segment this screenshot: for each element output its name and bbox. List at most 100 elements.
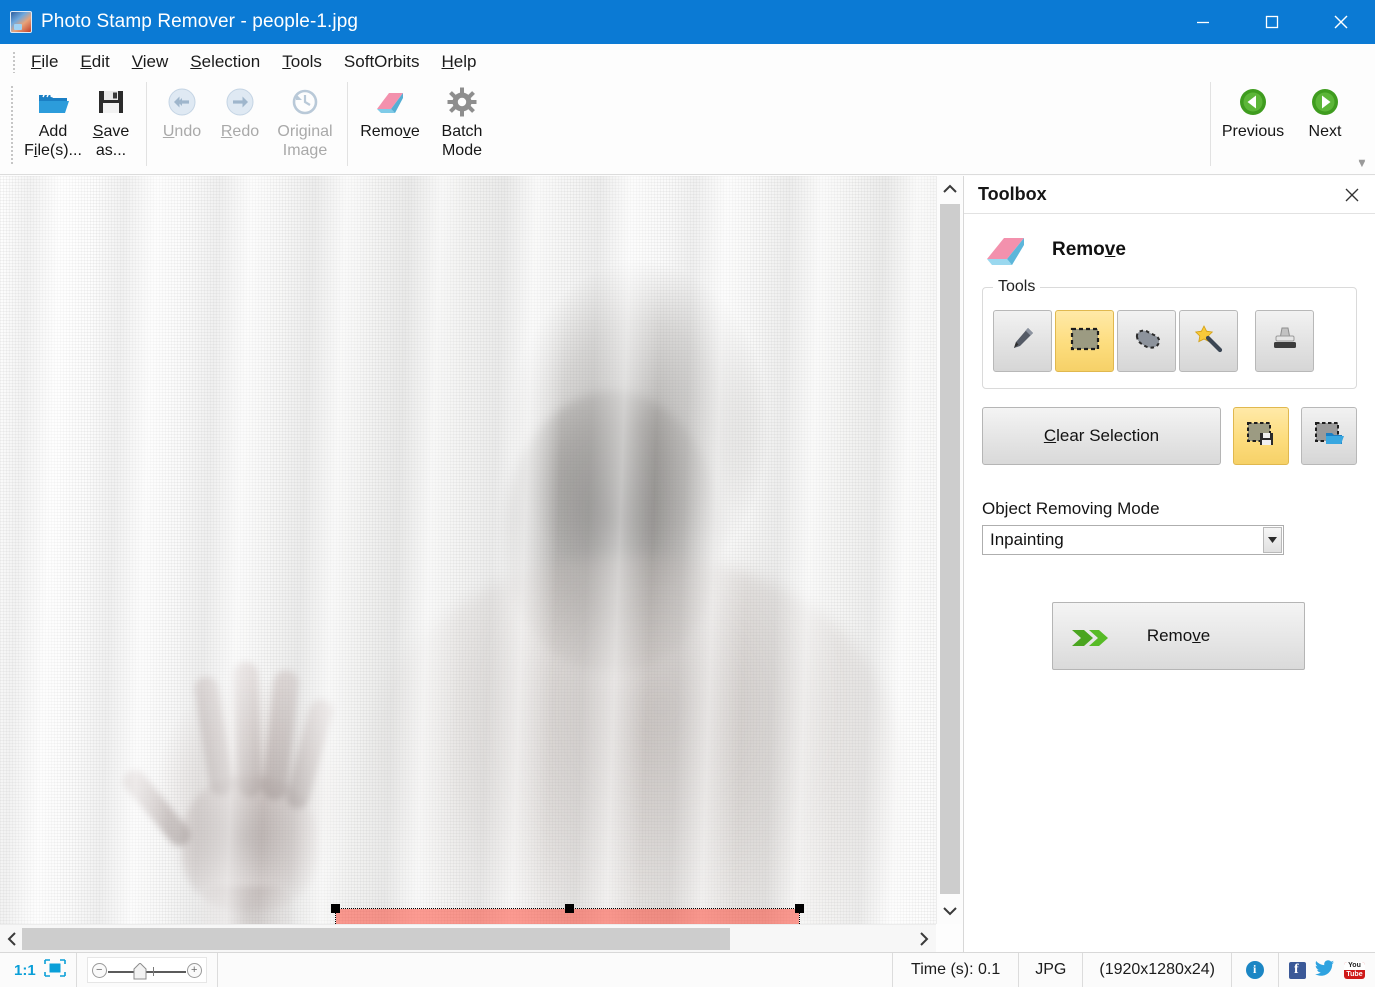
zoom-slider-track[interactable] [107,971,186,973]
batch-mode-button[interactable]: Batch Mode [426,79,498,160]
hand-thumb [119,765,195,851]
selection-handle-top-left[interactable] [331,904,340,913]
dimensions-cell: (1920x1280x24) [1083,952,1232,987]
load-selection-button[interactable] [1301,407,1357,465]
undo-button[interactable]: Undo [153,79,211,141]
rectangular-tool-button[interactable] [1055,310,1114,372]
add-files-button[interactable]: Add File(s)... [24,79,82,160]
silhouette-hand [119,646,370,924]
info-icon[interactable] [1246,961,1264,979]
remove-section-title: Remove [1052,239,1126,260]
menubar-grip[interactable] [12,50,16,73]
selection-rectangle[interactable]: Censored [331,904,804,924]
tools-group-legend: Tools [998,278,1036,295]
zoom-controls-cell: 1:1 [0,952,77,987]
save-selection-button[interactable] [1233,407,1289,465]
toolbox-title: Toolbox [978,184,1047,204]
save-as-button[interactable]: Save as... [82,79,140,160]
menubar: File Edit View Selection Tools SoftOrbit… [0,44,1375,79]
scroll-left-icon[interactable] [0,925,24,953]
ribbon-group-file: Add File(s)... Save as... [18,79,146,171]
previous-label: Previous [1221,123,1285,140]
app-photo-icon [10,11,32,33]
zoom-in-button[interactable]: + [186,962,202,978]
vertical-scrollbar-thumb[interactable] [940,204,960,894]
lasso-tool-button[interactable] [1117,310,1176,372]
youtube-icon[interactable]: You Tube [1344,961,1365,979]
facebook-icon[interactable] [1289,961,1306,979]
gear-icon [447,85,477,119]
horizontal-scrollbar-thumb[interactable] [22,928,730,950]
toolbox-panel: Toolbox Remove Tools C lear Selection Ob… [963,176,1375,952]
undo-label: Undo [162,123,202,140]
open-folder-icon [37,85,69,119]
format-cell: JPG [1019,952,1084,987]
scroll-down-icon[interactable] [937,898,963,924]
youtube-bottom-label: Tube [1346,970,1363,978]
minimize-button[interactable] [1168,0,1237,44]
titlebar: Photo Stamp Remover - people-1.jpg [0,0,1375,44]
fit-to-screen-icon[interactable] [43,958,66,982]
magic-wand-tool-button[interactable] [1179,310,1238,372]
redo-button[interactable]: Redo [211,79,269,141]
time-cell: Time (s): 0.1 [892,952,1020,987]
youtube-top-label: You [1344,961,1365,970]
pencil-icon [1009,325,1037,358]
toolbox-header: Toolbox [964,176,1375,214]
zoom-slider[interactable]: − + [86,957,207,983]
menu-view[interactable]: View [121,50,180,74]
info-cell[interactable] [1232,952,1279,987]
remove-button[interactable]: Remove [1052,602,1305,670]
toolbox-body: Remove Tools C lear Selection Object Rem… [964,214,1375,670]
original-image-label: Original Image [277,123,333,159]
menu-edit[interactable]: Edit [69,50,120,74]
brush-tool-button[interactable] [993,310,1052,372]
stamp-icon [1271,325,1299,358]
zoom-slider-thumb[interactable] [133,962,147,980]
next-button[interactable]: Next [1289,79,1361,141]
previous-button[interactable]: Previous [1217,79,1289,141]
zoom-ratio-label[interactable]: 1:1 [14,962,36,979]
ribbon-separator-3 [1210,82,1211,166]
original-image-button[interactable]: Original Image [269,79,341,160]
image-canvas[interactable]: Censored [0,176,936,924]
application-window: Photo Stamp Remover - people-1.jpg File … [0,0,1375,987]
remove-ribbon-button[interactable]: Remove [354,79,426,141]
menu-help[interactable]: Help [431,50,488,74]
menu-file[interactable]: File [20,50,69,74]
eraser-icon [373,85,407,119]
remove-section-header: Remove [982,232,1357,268]
hand-finger-1 [192,674,236,798]
close-button[interactable] [1306,0,1375,44]
hand-finger-2 [232,661,263,798]
stamp-tool-button[interactable] [1255,310,1314,372]
twitter-icon[interactable] [1315,959,1335,981]
tools-group: Tools [982,278,1357,389]
menu-softorbits[interactable]: SoftOrbits [333,50,431,74]
statusbar: 1:1 − + Time (s): 0.1 JPG (1920x1280x24)… [0,952,1375,987]
ribbon-grip[interactable] [10,85,14,165]
menu-selection[interactable]: Selection [179,50,271,74]
vertical-scrollbar[interactable] [936,176,962,924]
eraser-icon [982,232,1030,268]
floppy-disk-icon [97,85,125,119]
green-double-arrow-icon [1071,625,1113,656]
scroll-up-icon[interactable] [937,176,963,202]
selection-handle-top-center[interactable] [565,904,574,913]
object-removing-mode-select[interactable]: Inpainting [982,525,1284,555]
scroll-right-icon[interactable] [912,925,936,953]
lasso-icon [1132,326,1162,357]
ribbon-group-actions: Remove Batch Mode ▼ [348,79,1367,171]
maximize-button[interactable] [1237,0,1306,44]
menu-tools[interactable]: Tools [271,50,333,74]
undo-arrow-icon [166,85,198,119]
clear-selection-button[interactable]: Clear Selection [982,407,1221,465]
horizontal-scrollbar[interactable] [0,924,936,952]
toolbox-close-icon[interactable] [1341,184,1363,206]
ribbon-nav-expander-icon[interactable]: ▼ [1355,159,1369,171]
selection-handle-top-right[interactable] [795,904,804,913]
window-title: Photo Stamp Remover - people-1.jpg [41,11,359,32]
load-selection-icon [1313,420,1345,453]
zoom-out-button[interactable]: − [91,962,107,978]
chevron-down-icon[interactable] [1263,527,1282,553]
